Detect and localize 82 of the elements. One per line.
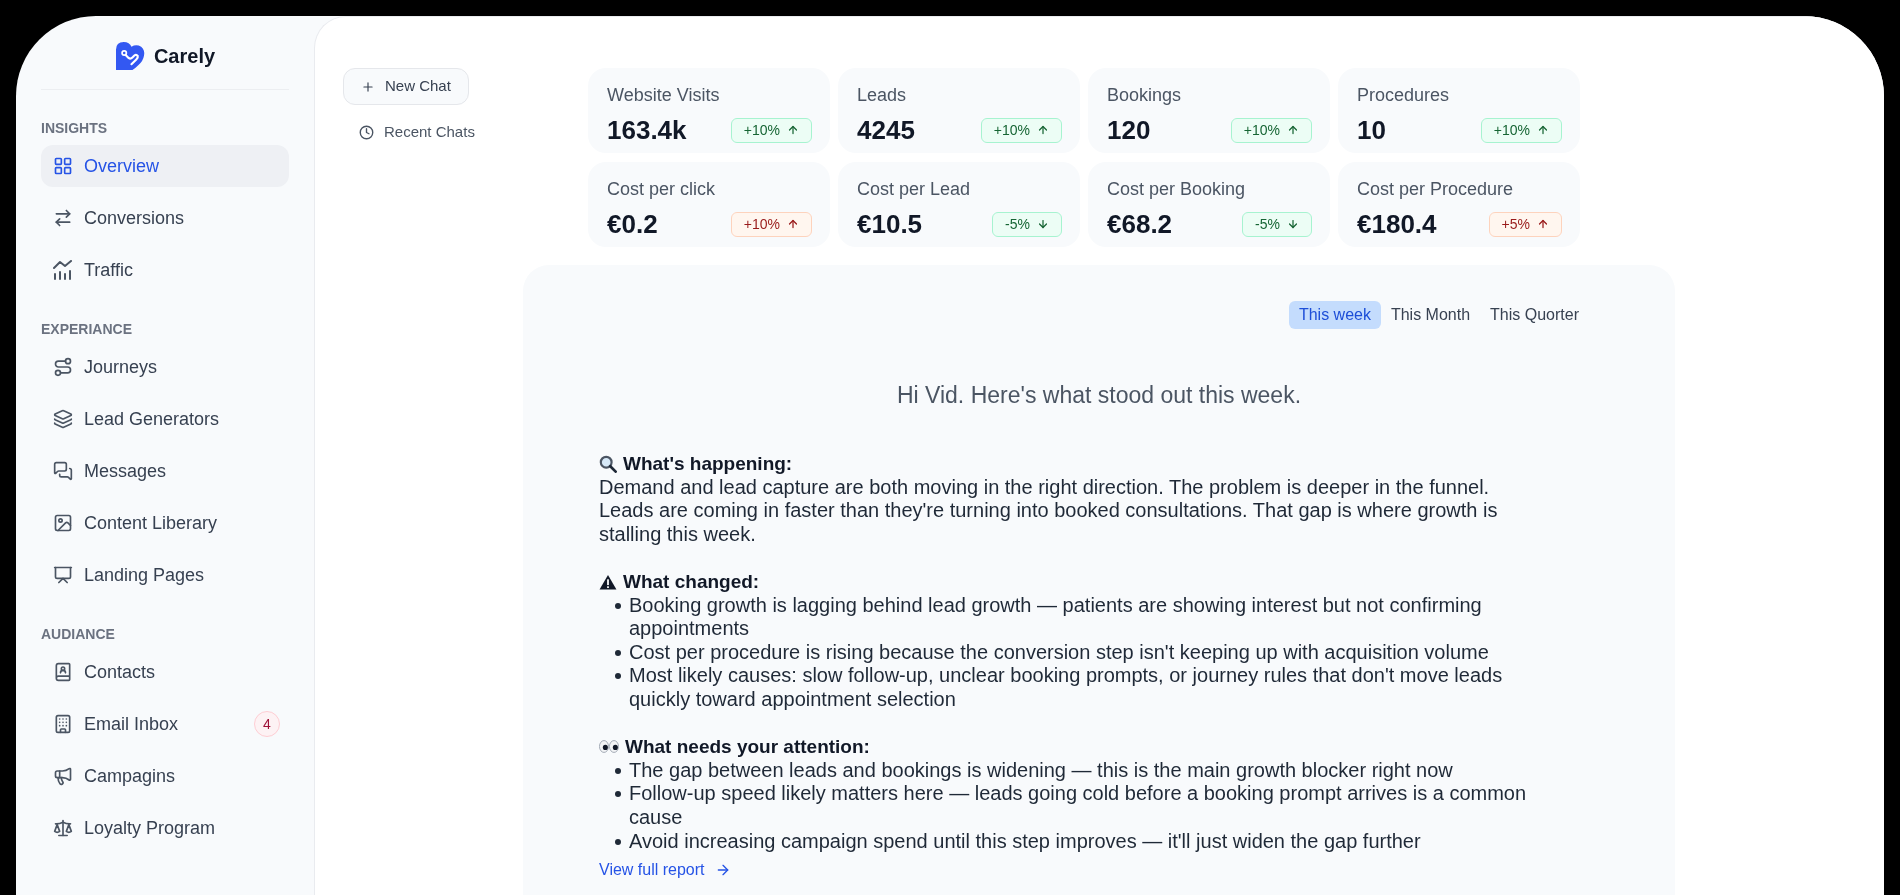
change-percent: -5% — [1255, 214, 1280, 234]
brand-name: Carely — [153, 44, 216, 69]
section-heading: INSIGHTS — [41, 119, 108, 138]
metric-label: Cost per Lead — [857, 178, 971, 201]
recent-chats-link[interactable]: Recent Chats — [359, 121, 475, 143]
logo-icon — [114, 41, 146, 71]
layers-icon — [53, 409, 73, 429]
nav-item[interactable]: Lead Generators — [41, 398, 289, 440]
count-badge: 4 — [254, 711, 280, 737]
bullet-icon — [615, 767, 621, 774]
greeting-heading: Hi Vid. Here's what stood out this week. — [896, 381, 1302, 410]
view-report-link[interactable]: View full report — [599, 860, 731, 881]
change-percent: +5% — [1501, 214, 1530, 234]
nav-item[interactable]: Contacts — [41, 651, 289, 693]
change-percent: -5% — [1005, 214, 1030, 234]
period-tab[interactable]: This Month — [1380, 301, 1481, 329]
magnifier-icon — [599, 454, 617, 473]
route-icon — [53, 357, 73, 377]
metric-label: Cost per click — [607, 178, 716, 201]
change-percent: +10% — [1243, 120, 1280, 140]
contact-book-icon — [53, 662, 73, 682]
metric-label: Leads — [857, 84, 907, 107]
nav-item[interactable]: Journeys — [41, 346, 289, 388]
summary-heading: What changed: — [623, 569, 760, 594]
metric-value: €180.4 — [1357, 208, 1437, 240]
section-heading: EXPERIANCE — [41, 320, 133, 339]
nav-item[interactable]: Email Inbox 4 — [41, 703, 289, 745]
metric-value: €0.2 — [607, 208, 658, 240]
bullet-icon — [615, 649, 621, 656]
change-percent: +10% — [743, 120, 780, 140]
nav-item[interactable]: Traffic — [41, 249, 289, 291]
metric-label: Cost per Booking — [1107, 178, 1246, 201]
list-item-text: Most likely causes: slow follow-up, unclear booking prompts, or journey rules that don't move leads quickly toward appointment selection — [629, 664, 1504, 712]
bullet-icon — [615, 602, 621, 609]
plus-icon — [361, 79, 375, 94]
bullet-icon — [615, 791, 621, 798]
change-percent: +10% — [743, 214, 780, 234]
scale-icon — [53, 818, 73, 838]
nav-item[interactable]: Conversions — [41, 197, 289, 239]
metric-label: Website Visits — [607, 84, 720, 107]
list-item-text: Follow-up speed likely matters here — leads going cold before a booking prompt arrives is a common cause — [629, 782, 1528, 830]
nav-item[interactable]: Landing Pages — [41, 554, 289, 596]
metric-value: 10 — [1357, 114, 1386, 146]
swap-arrows-icon — [53, 208, 73, 228]
chat-bubbles-icon — [53, 461, 73, 481]
metric-value: €68.2 — [1107, 208, 1173, 240]
metric-label: Bookings — [1107, 84, 1182, 107]
nav-item[interactable]: Campagins — [41, 755, 289, 797]
metric-value: 120 — [1107, 114, 1151, 146]
eyes-icon — [599, 740, 619, 754]
metric-value: 4245 — [857, 114, 915, 146]
change-percent: +10% — [993, 120, 1030, 140]
building-icon — [53, 714, 73, 734]
period-tab[interactable]: This Quorter — [1480, 301, 1589, 329]
summary-paragraph: Demand and lead capture are both moving in the right direction. The problem is deeper in the funnel. Leads are coming in faster than they're turning into booked consultations. That gap is where growth is stalling this week. — [599, 475, 1499, 547]
chart-icon — [53, 260, 73, 280]
nav-item[interactable]: Content Liberary — [41, 502, 289, 544]
warning-icon — [599, 573, 617, 590]
bullet-icon — [615, 838, 621, 845]
nav-item[interactable]: Loyalty Program — [41, 807, 289, 849]
change-percent: +10% — [1493, 120, 1530, 140]
list-item-text: The gap between leads and bookings is widening — this is the main growth blocker right now — [629, 758, 1454, 783]
period-tab[interactable]: This week — [1288, 301, 1381, 329]
megaphone-icon — [53, 766, 73, 786]
summary-heading: What's happening: — [623, 451, 793, 476]
presentation-board-icon — [53, 565, 73, 585]
metric-value: €10.5 — [857, 208, 923, 240]
image-icon — [53, 513, 73, 533]
metric-label: Procedures — [1357, 84, 1450, 107]
new-chat-button[interactable]: New Chat — [343, 68, 469, 105]
bullet-icon — [615, 673, 621, 680]
section-heading: AUDIANCE — [41, 625, 115, 644]
list-item-text: Booking growth is lagging behind lead growth — patients are showing interest but not confirming appointments — [629, 593, 1483, 641]
summary-heading: What needs your attention: — [625, 734, 870, 759]
nav-item[interactable]: Messages — [41, 450, 289, 492]
clock-icon — [359, 124, 374, 140]
metric-value: 163.4k — [607, 114, 687, 146]
grid-icon — [53, 156, 73, 176]
metric-label: Cost per Procedure — [1357, 178, 1514, 201]
list-item-text: Avoid increasing campaign spend until this step improves — it'll just widen the gap further — [629, 829, 1422, 854]
list-item-text: Cost per procedure is rising because the conversion step isn't keeping up with acquisition volume — [629, 640, 1490, 665]
nav-item[interactable]: Overview — [41, 145, 289, 187]
